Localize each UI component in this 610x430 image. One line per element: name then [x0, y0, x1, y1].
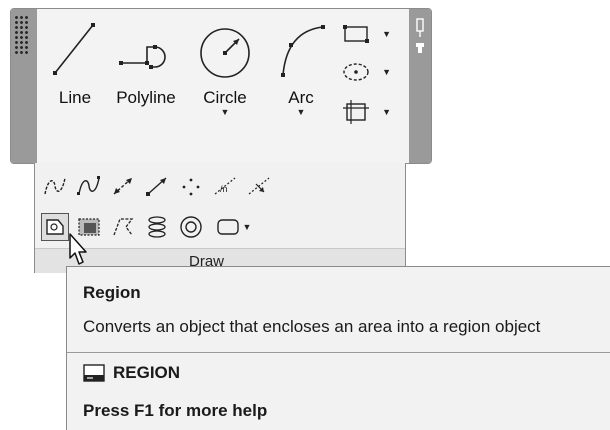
hatch-icon	[343, 100, 369, 124]
circle-icon	[200, 28, 250, 78]
chevron-down-icon[interactable]: ▼	[243, 222, 252, 232]
revision-cloud-icon	[216, 219, 239, 235]
helix-icon[interactable]	[143, 214, 171, 240]
circle-label: Circle	[203, 88, 247, 107]
construction-line-icon[interactable]	[109, 173, 137, 199]
3d-polyline-icon[interactable]	[109, 214, 137, 240]
rectangle-button[interactable]: ▼	[341, 21, 393, 47]
polyline-button[interactable]: Polyline	[107, 17, 185, 108]
donut-icon[interactable]	[177, 214, 205, 240]
chevron-down-icon[interactable]: ▼	[382, 67, 391, 77]
region-button[interactable]	[41, 213, 69, 241]
divide-icon[interactable]: /n	[211, 173, 239, 199]
polyline-icon	[119, 45, 166, 69]
tooltip-divider	[67, 352, 610, 353]
polyline-label: Polyline	[116, 88, 176, 107]
tooltip-description: Converts an object that encloses an area…	[83, 317, 541, 336]
arc-icon	[281, 25, 325, 77]
draw-panel: Line Polyline Circle ▼ Arc ▼ ▼ ▼ ▼	[10, 8, 432, 164]
autocad-draw-panel-screenshot: Line Polyline Circle ▼ Arc ▼ ▼ ▼ ▼ /n ▼ …	[0, 0, 610, 430]
ellipse-icon	[343, 63, 369, 81]
panel-grip-left[interactable]	[11, 9, 37, 163]
multiple-points-icon[interactable]	[177, 173, 205, 199]
measure-icon[interactable]	[245, 173, 273, 199]
ray-icon[interactable]	[143, 173, 171, 199]
tooltip: Region Converts an object that encloses …	[66, 266, 610, 430]
tooltip-command: REGION	[83, 363, 180, 383]
spline-fit-icon[interactable]	[41, 173, 69, 199]
spline-cv-icon[interactable]	[75, 173, 103, 199]
panel-grip-right[interactable]	[409, 9, 431, 163]
chevron-down-icon[interactable]: ▼	[382, 29, 391, 39]
command-name: REGION	[113, 363, 181, 382]
hatch-button[interactable]: ▼	[341, 99, 393, 125]
expanded-row-1: /n	[41, 173, 273, 199]
tooltip-title: Region	[83, 283, 141, 302]
mouse-pointer-icon	[69, 233, 87, 265]
arc-button[interactable]: Arc ▼	[273, 17, 329, 117]
tooltip-help: Press F1 for more help	[83, 401, 268, 420]
command-line-icon	[83, 364, 105, 382]
chevron-down-icon[interactable]: ▼	[382, 107, 391, 117]
line-icon	[53, 23, 95, 75]
region-icon	[46, 219, 64, 235]
line-button[interactable]: Line	[47, 17, 103, 108]
svg-text:/n: /n	[220, 184, 228, 194]
circle-button[interactable]: Circle ▼	[193, 17, 257, 117]
line-label: Line	[58, 88, 92, 107]
revision-cloud-button[interactable]: ▼	[211, 214, 255, 240]
pin-icon	[416, 18, 424, 53]
grip-dots-icon	[14, 15, 28, 55]
ellipse-button[interactable]: ▼	[341, 59, 393, 85]
rectangle-icon	[343, 25, 369, 43]
chevron-down-icon[interactable]: ▼	[193, 108, 257, 117]
arc-label: Arc	[288, 88, 314, 107]
chevron-down-icon[interactable]: ▼	[273, 108, 329, 117]
